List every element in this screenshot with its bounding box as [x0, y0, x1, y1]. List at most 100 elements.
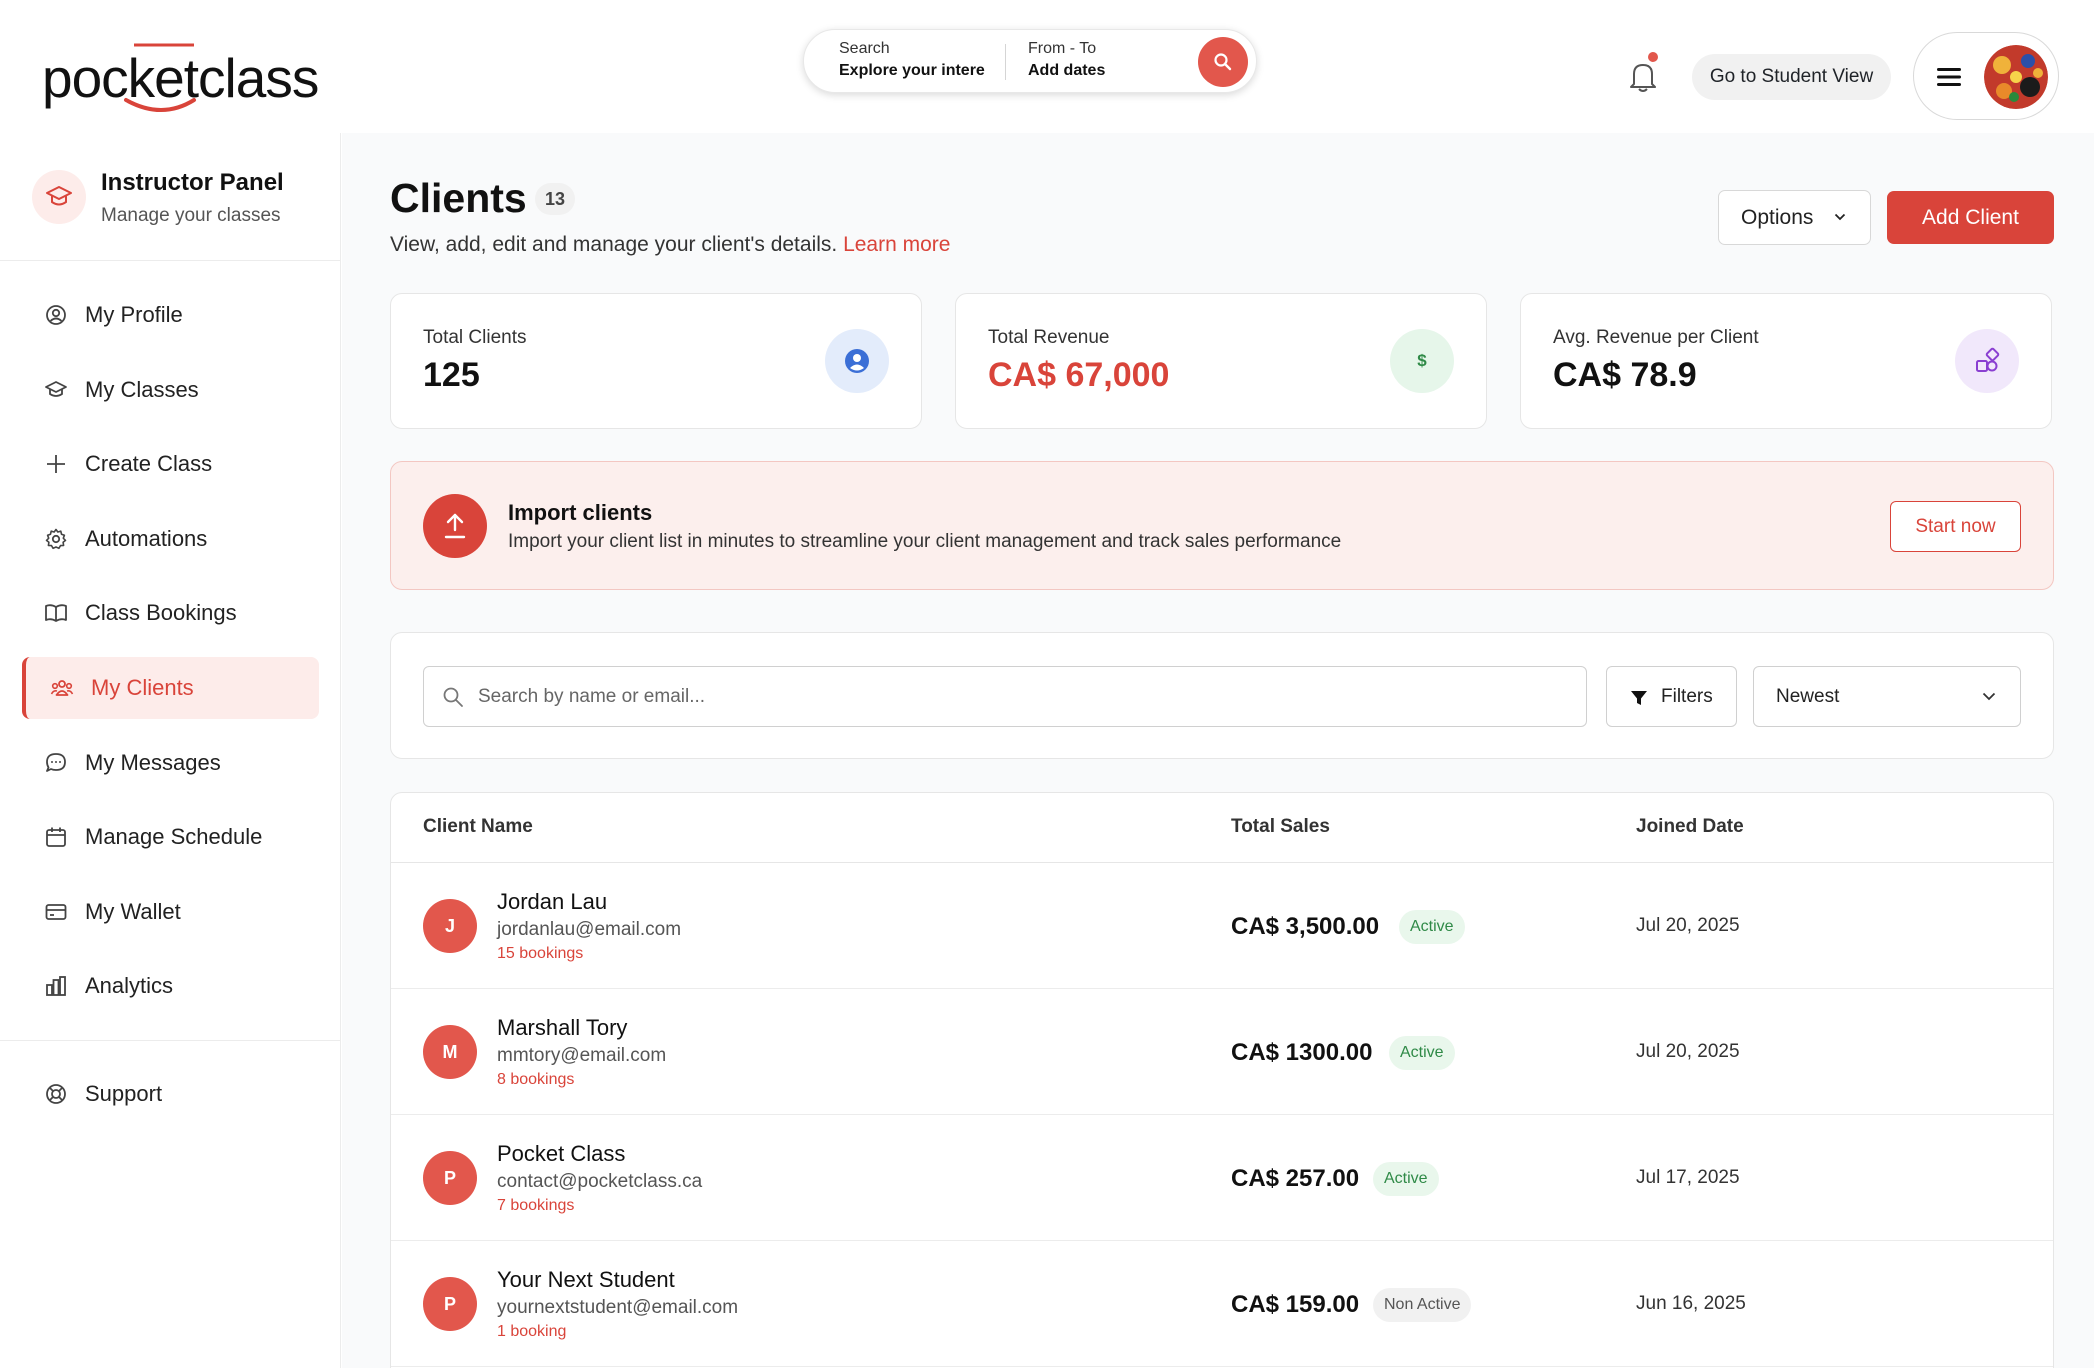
sidebar-divider [0, 1040, 341, 1041]
clients-table: Client Name Total Sales Joined Date J Jo… [390, 792, 2054, 1368]
sidebar-item-analytics[interactable]: Analytics [22, 955, 319, 1017]
hamburger-menu-icon [1937, 68, 1961, 86]
filters-label: Filters [1661, 685, 1713, 707]
client-total-sales: CA$ 3,500.00 [1231, 913, 1380, 940]
sidebar-item-create-class[interactable]: Create Class [22, 433, 319, 495]
filter-funnel-icon [1631, 691, 1647, 705]
sidebar-item-label: My Classes [85, 377, 199, 402]
client-joined-date: Jul 17, 2025 [1636, 1167, 1740, 1188]
chevron-down-icon [1982, 692, 1996, 701]
instructor-panel-header: Instructor Panel Manage your classes [0, 133, 341, 261]
sidebar-item-my-clients[interactable]: My Clients [22, 657, 319, 719]
graduation-cap-icon [32, 170, 86, 224]
page-subtitle: View, add, edit and manage your client's… [390, 233, 950, 257]
stat-card-total-clients: Total Clients 125 [390, 293, 922, 429]
sidebar-item-label: Class Bookings [85, 600, 237, 625]
user-menu-button[interactable] [1913, 32, 2059, 120]
table-row[interactable]: M Marshall Tory mmtory@email.com 8 booki… [391, 989, 2053, 1115]
dates-value: Add dates [1028, 62, 1106, 79]
stat-label: Total Clients [423, 327, 527, 348]
table-header: Client Name Total Sales Joined Date [391, 793, 2053, 863]
table-row[interactable]: P Your Next Student yournextstudent@emai… [391, 1241, 2053, 1367]
column-header-joined-date[interactable]: Joined Date [1636, 816, 1744, 838]
lifebuoy-icon [46, 1084, 66, 1104]
dates-segment[interactable]: From - To Add dates [1028, 40, 1148, 80]
client-bookings: 1 booking [497, 1323, 567, 1340]
import-clients-banner: Import clients Import your client list i… [390, 461, 2054, 590]
stat-label: Total Revenue [988, 327, 1110, 348]
learn-more-link[interactable]: Learn more [843, 233, 950, 256]
search-segment[interactable]: Search Explore your intere [839, 40, 989, 80]
panel-subtitle: Manage your classes [101, 205, 281, 226]
sidebar-item-manage-schedule[interactable]: Manage Schedule [22, 806, 319, 868]
client-name[interactable]: Marshall Tory [497, 1015, 627, 1041]
sidebar-item-label: Automations [85, 526, 208, 551]
options-label: Options [1741, 205, 1814, 229]
table-row[interactable]: J Jordan Lau jordanlau@email.com 15 book… [391, 863, 2053, 989]
notifications-button[interactable] [1626, 52, 1660, 94]
bar-chart-icon [46, 976, 66, 996]
top-header: pocketclass Search Explore your intere F… [0, 0, 2094, 133]
status-badge: Non Active [1373, 1288, 1472, 1322]
sidebar: Instructor Panel Manage your classes My … [0, 133, 341, 1368]
status-badge: Active [1399, 910, 1465, 944]
calendar-icon [46, 827, 66, 847]
column-header-total-sales[interactable]: Total Sales [1231, 816, 1330, 838]
stat-card-total-revenue: Total Revenue CA$ 67,000 $ [955, 293, 1487, 429]
sort-select[interactable]: Newest [1753, 666, 2021, 727]
sidebar-item-my-classes[interactable]: My Classes [22, 359, 319, 421]
wallet-icon [45, 904, 67, 920]
add-client-button[interactable]: Add Client [1887, 191, 2054, 244]
client-search-input[interactable] [478, 667, 1568, 726]
page-title: Clients [390, 175, 527, 221]
client-total-sales: CA$ 257.00 [1231, 1165, 1360, 1192]
table-row[interactable]: P Pocket Class contact@pocketclass.ca 7 … [391, 1115, 2053, 1241]
user-circle-icon [46, 305, 66, 325]
stat-value: CA$ 78.9 [1553, 356, 1697, 394]
stat-card-avg-revenue: Avg. Revenue per Client CA$ 78.9 [1520, 293, 2052, 429]
import-description: Import your client list in minutes to st… [508, 531, 1342, 552]
sidebar-item-label: My Wallet [85, 899, 181, 924]
sidebar-item-label: Manage Schedule [85, 824, 263, 849]
chevron-down-icon [1834, 213, 1846, 221]
student-view-button[interactable]: Go to Student View [1692, 54, 1891, 100]
client-total-sales: CA$ 1300.00 [1231, 1039, 1373, 1066]
client-search-field[interactable] [423, 666, 1587, 727]
user-circle-icon [825, 329, 889, 393]
client-name[interactable]: Jordan Lau [497, 889, 607, 915]
client-avatar: M [423, 1025, 477, 1079]
sidebar-item-my-wallet[interactable]: My Wallet [22, 881, 319, 943]
search-button[interactable] [1198, 37, 1248, 87]
start-now-button[interactable]: Start now [1890, 501, 2021, 552]
stat-label: Avg. Revenue per Client [1553, 327, 1759, 348]
search-divider [1005, 44, 1006, 80]
sidebar-item-label: My Messages [85, 750, 221, 775]
shapes-icon [1955, 329, 2019, 393]
bell-icon [1630, 64, 1656, 92]
search-pill[interactable]: Search Explore your intere From - To Add… [803, 29, 1257, 93]
panel-title: Instructor Panel [101, 169, 284, 196]
column-header-client-name[interactable]: Client Name [423, 816, 533, 838]
logo-text: pocketclass [42, 47, 319, 109]
dollar-icon: $ [1390, 329, 1454, 393]
sidebar-item-my-messages[interactable]: My Messages [22, 732, 319, 794]
chat-bubble-icon [46, 753, 66, 772]
upload-icon [423, 494, 487, 558]
sort-value: Newest [1776, 685, 1840, 707]
options-button[interactable]: Options [1718, 190, 1871, 245]
avatar-image [1984, 45, 2048, 109]
sidebar-item-my-profile[interactable]: My Profile [22, 284, 319, 346]
filters-button[interactable]: Filters [1606, 666, 1737, 727]
client-name[interactable]: Your Next Student [497, 1267, 675, 1293]
sidebar-item-support[interactable]: Support [22, 1063, 319, 1125]
app-root: pocketclass Search Explore your intere F… [0, 0, 2094, 1368]
subtitle-text: View, add, edit and manage your client's… [390, 233, 838, 256]
stat-value: CA$ 67,000 [988, 356, 1170, 394]
sidebar-item-automations[interactable]: Automations [22, 508, 319, 570]
logo[interactable]: pocketclass [42, 40, 319, 114]
avatar [1984, 45, 2048, 109]
sidebar-item-class-bookings[interactable]: Class Bookings [22, 582, 319, 644]
search-icon [1214, 53, 1232, 71]
client-name[interactable]: Pocket Class [497, 1141, 625, 1167]
plus-icon [47, 455, 65, 473]
